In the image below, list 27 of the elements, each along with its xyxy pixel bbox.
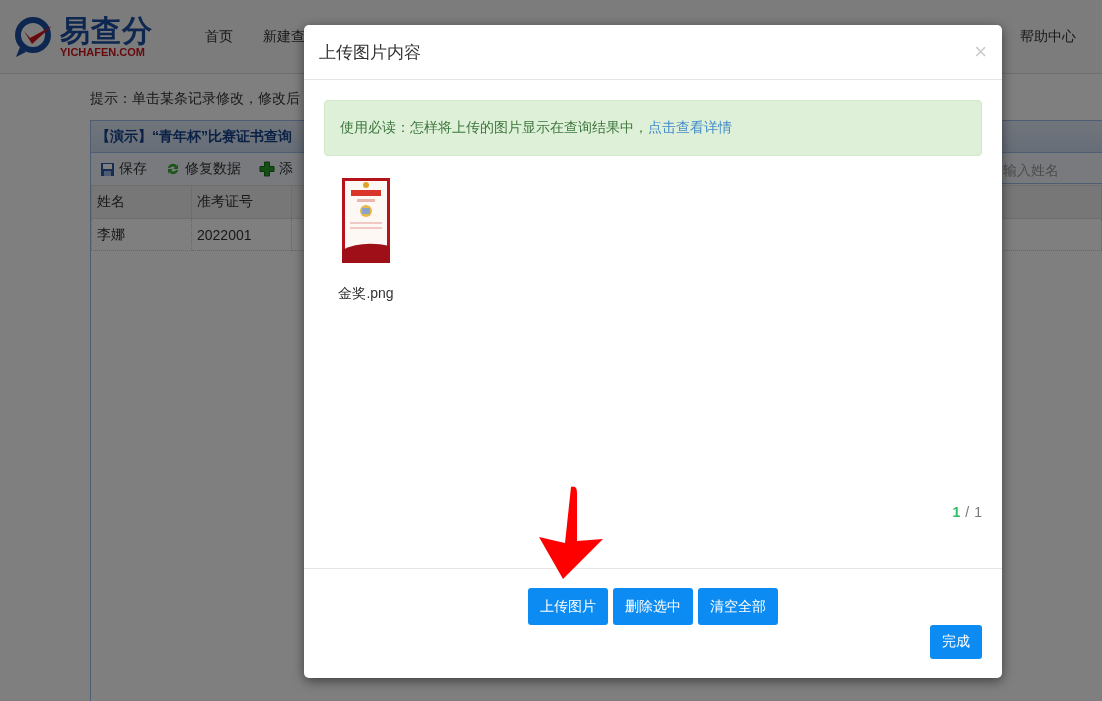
table-cell: 2022001 bbox=[191, 218, 292, 251]
current-page: 1 bbox=[952, 504, 961, 520]
refresh-icon bbox=[165, 161, 181, 177]
logo-domain: YICHAFEN.COM bbox=[60, 45, 145, 58]
action-button[interactable]: 清空全部 bbox=[698, 588, 778, 625]
action-button[interactable]: 删除选中 bbox=[613, 588, 693, 625]
nav-link[interactable]: 首页 bbox=[205, 27, 233, 46]
toolbar-button[interactable]: 添 bbox=[259, 160, 293, 178]
nav-link[interactable]: 新建查 bbox=[263, 27, 305, 46]
notice-message: 使用必读：怎样将上传的图片显示在查询结果中，点击查看详情 bbox=[324, 100, 982, 156]
column-header: 姓名 bbox=[91, 185, 192, 219]
plus-icon bbox=[259, 161, 275, 177]
nav-link[interactable]: 帮助中心 bbox=[1020, 27, 1076, 46]
column-header: 准考证号 bbox=[191, 185, 292, 219]
total-pages: 1 bbox=[974, 504, 982, 520]
logo-text: 易查分 bbox=[60, 15, 153, 46]
hint-text: 提示：单击某条记录修改，修改后 bbox=[90, 90, 301, 108]
toolbar-button[interactable]: 修复数据 bbox=[165, 160, 241, 178]
table-cell: 李娜 bbox=[91, 218, 192, 251]
file-name: 金奖.png bbox=[338, 285, 394, 303]
save-icon bbox=[100, 161, 115, 177]
page-separator: / bbox=[965, 504, 970, 520]
toolbar-button[interactable]: 保存 bbox=[100, 160, 147, 178]
action-button[interactable]: 上传图片 bbox=[528, 588, 608, 625]
done-button[interactable]: 完成 bbox=[930, 625, 982, 659]
dialog-title: 上传图片内容 bbox=[319, 41, 421, 64]
details-link[interactable]: 点击查看详情 bbox=[648, 119, 732, 135]
